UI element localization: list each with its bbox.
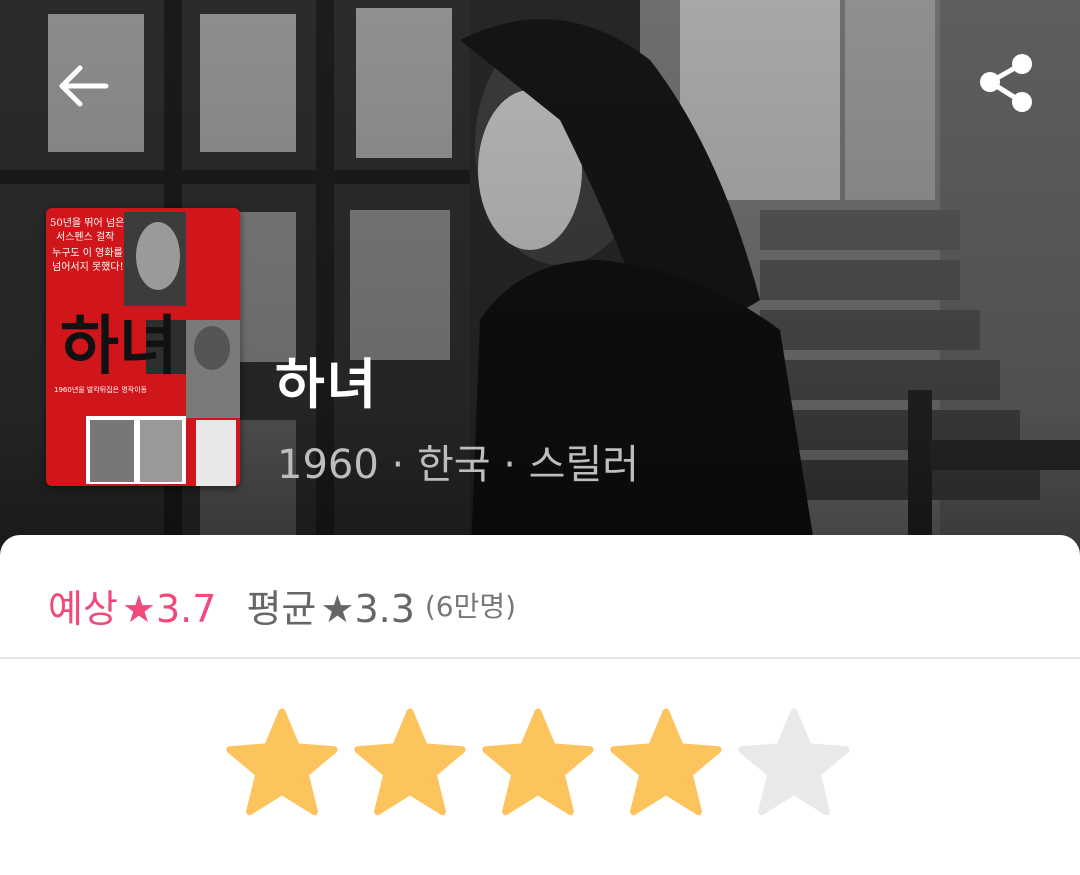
movie-meta: 1960 · 한국 · 스릴러 [277, 442, 640, 488]
poster-tagline-3: 누구도 이 영화를 [52, 247, 123, 259]
average-rating: 평균 ★3.3 [246, 578, 414, 633]
rating-card: 예상 ★3.7 평균 ★3.3 (6만명) [0, 535, 1080, 875]
movie-poster: 50년을 뛰어 넘은 서스펜스 걸작 누구도 이 영화를 넘어서지 못했다! 하… [46, 208, 240, 486]
expected-rating: 예상 ★3.7 [48, 578, 216, 633]
divider [0, 657, 1080, 659]
poster-subtitle: 1960년을 발칵뒤집은 명작이동 [54, 385, 148, 394]
rating-star-1-icon[interactable] [224, 705, 340, 821]
rating-star-4-icon[interactable] [608, 705, 724, 821]
expected-value: 3.7 [156, 586, 217, 631]
rating-star-3-icon[interactable] [480, 705, 596, 821]
star-glyph-icon: ★ [320, 586, 355, 631]
poster-tagline-1: 50년을 뛰어 넘은 [50, 217, 124, 229]
movie-title: 하녀 [275, 353, 379, 416]
arrow-left-icon [59, 65, 109, 107]
expected-label: 예상 [48, 586, 118, 631]
star-glyph-icon: ★ [121, 586, 156, 631]
rating-star-5-icon[interactable] [736, 705, 852, 821]
share-button[interactable] [976, 50, 1040, 116]
rating-summary: 예상 ★3.7 평균 ★3.3 (6만명) [48, 575, 516, 635]
poster-tagline-4: 넘어서지 못했다! [52, 260, 124, 273]
poster-tagline-2: 서스펜스 걸작 [56, 230, 114, 243]
back-button[interactable] [52, 56, 116, 120]
average-label: 평균 [246, 586, 317, 631]
poster-title: 하녀 [60, 309, 178, 384]
user-star-rating[interactable] [224, 705, 852, 821]
rating-count: (6만명) [424, 590, 517, 623]
poster-image: 50년을 뛰어 넘은 서스펜스 걸작 누구도 이 영화를 넘어서지 못했다! 하… [46, 208, 240, 486]
average-value: 3.3 [354, 586, 415, 631]
rating-star-2-icon[interactable] [352, 705, 468, 821]
share-icon [980, 54, 1032, 112]
hero-backdrop: 50년을 뛰어 넘은 서스펜스 걸작 누구도 이 영화를 넘어서지 못했다! 하… [0, 0, 1080, 580]
